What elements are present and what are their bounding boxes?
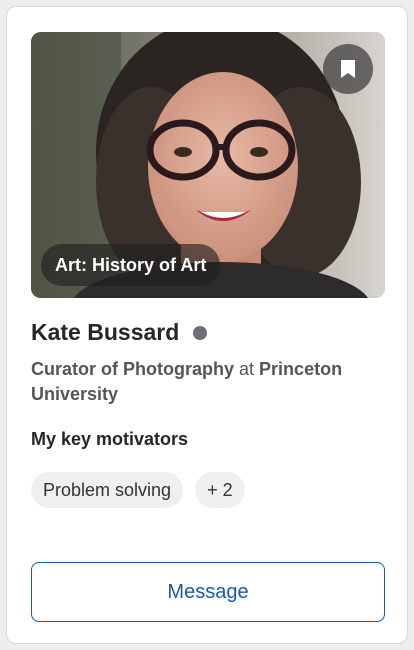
- profile-photo: Art: History of Art: [31, 32, 385, 298]
- profile-role: Curator of Photography at Princeton Univ…: [31, 357, 371, 407]
- bookmark-button[interactable]: [323, 44, 373, 94]
- name-row: Kate Bussard: [31, 319, 208, 346]
- topic-tag: Art: History of Art: [41, 244, 221, 286]
- profile-name: Kate Bussard: [31, 319, 180, 345]
- status-indicator: [193, 325, 208, 340]
- motivators-heading: My key motivators: [31, 429, 189, 449]
- motivator-chips: Problem solving + 2: [31, 472, 245, 508]
- role-title: Curator of Photography: [31, 359, 234, 379]
- motivator-chip: Problem solving: [31, 472, 184, 508]
- message-button[interactable]: Message: [31, 562, 385, 622]
- role-connector: at: [239, 359, 255, 379]
- bookmark-icon: [341, 60, 355, 78]
- profile-card: Art: History of Art Kate Bussard Curator…: [6, 6, 408, 644]
- more-motivators-chip[interactable]: + 2: [195, 472, 245, 508]
